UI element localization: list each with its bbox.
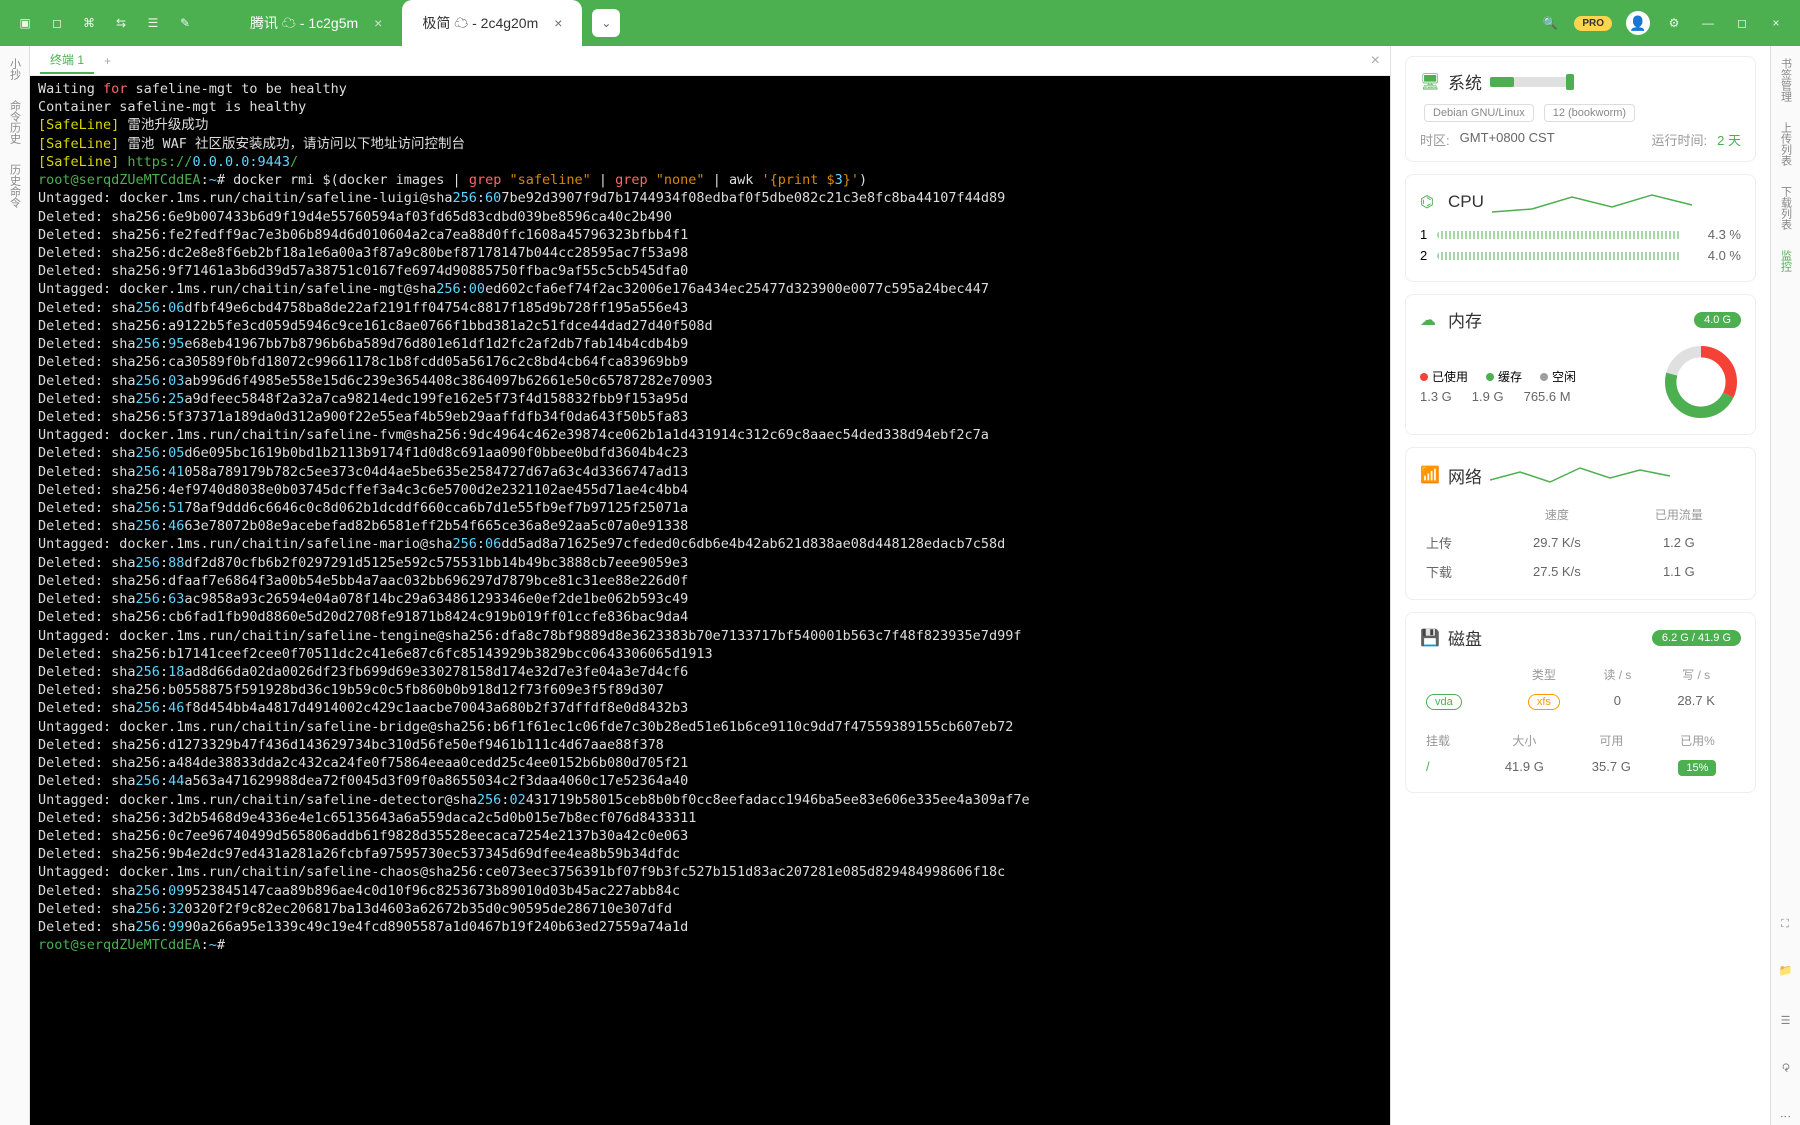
- toolbar-icon-6[interactable]: ✎: [176, 14, 194, 32]
- minimize-icon[interactable]: —: [1698, 13, 1718, 33]
- os-ver-badge: 12 (bookworm): [1544, 104, 1635, 122]
- toolbar-icon-1[interactable]: ▣: [16, 14, 34, 32]
- card-title: 系统: [1448, 69, 1482, 94]
- rsb-item[interactable]: 下载列表: [1778, 186, 1794, 230]
- terminal-output[interactable]: Waiting for safeline-mgt to be healthyCo…: [30, 76, 1390, 1125]
- pro-badge: PRO: [1574, 16, 1612, 31]
- lsb-item[interactable]: 历史命令: [7, 164, 23, 208]
- cpu-icon: ⌬: [1420, 192, 1440, 212]
- card-title: 磁盘: [1448, 625, 1482, 650]
- system-bar: [1490, 77, 1570, 87]
- dots-icon[interactable]: ⋮: [1777, 1107, 1795, 1125]
- disk-summary: 6.2 G / 41.9 G: [1652, 630, 1741, 646]
- table-row: vdaxfs028.7 K: [1422, 689, 1739, 712]
- cpu-bar: [1437, 252, 1681, 260]
- right-sidebar: 书签管理 上传列表 下载列表 监控 ⛶ 📁 ☰ ⟳ ⋮: [1770, 46, 1800, 1125]
- tab-add-button[interactable]: ⌄: [592, 9, 620, 37]
- net-sparkline: [1490, 460, 1741, 490]
- refresh-icon[interactable]: ⟳: [1777, 1059, 1795, 1077]
- disk-icon: 💾: [1420, 628, 1440, 648]
- toolbar-icon-4[interactable]: ⇆: [112, 14, 130, 32]
- titlebar: ▣ ◻ ⌘ ⇆ ☰ ✎ 腾讯 ☁ - 1c2g5m × 极简 ☁ - 2c4g2…: [0, 0, 1800, 46]
- bar-thumb-icon[interactable]: [1566, 74, 1574, 90]
- expand-icon[interactable]: ⛶: [1777, 915, 1795, 933]
- close-window-icon[interactable]: ×: [1766, 13, 1786, 33]
- gear-icon[interactable]: ⚙: [1664, 13, 1684, 33]
- network-card: 📶 网络 速度已用流量 上传29.7 K/s1.2 G 下载27.5 K/s1.…: [1405, 447, 1756, 600]
- avatar[interactable]: 👤: [1626, 11, 1650, 35]
- cpu-sparkline: [1492, 187, 1741, 217]
- terminal-tab[interactable]: 终端 1: [40, 47, 94, 74]
- rsb-item[interactable]: 监控: [1778, 250, 1794, 272]
- memory-icon: ☁: [1420, 310, 1440, 330]
- card-title: 网络: [1448, 463, 1482, 488]
- cpu-bar: [1437, 231, 1681, 239]
- toolbar-icon-2[interactable]: ◻: [48, 14, 66, 32]
- monitor-icon: 🖥: [1420, 72, 1440, 92]
- tab-label: 极简 ☁ - 2c4g20m: [422, 13, 538, 33]
- os-badge: Debian GNU/Linux: [1424, 104, 1534, 122]
- folder-icon[interactable]: 📁: [1777, 963, 1795, 981]
- left-sidebar: 小抄 命令历史 历史命令: [0, 46, 30, 1125]
- system-card: 🖥 系统 Debian GNU/Linux 12 (bookworm) 时区:G…: [1405, 56, 1756, 162]
- disk-card: 💾 磁盘 6.2 G / 41.9 G 类型读 / s写 / s vdaxfs0…: [1405, 612, 1756, 793]
- rsb-item[interactable]: 上传列表: [1778, 122, 1794, 166]
- cpu-card: ⌬ CPU 14.3 % 24.0 %: [1405, 174, 1756, 282]
- search-icon[interactable]: 🔍: [1540, 13, 1560, 33]
- tab-label: 腾讯 ☁ - 1c2g5m: [250, 13, 358, 33]
- table-row: 下载27.5 K/s1.1 G: [1422, 558, 1739, 585]
- monitor-panel: 🖥 系统 Debian GNU/Linux 12 (bookworm) 时区:G…: [1390, 46, 1770, 1125]
- mem-total: 4.0 G: [1694, 312, 1741, 328]
- maximize-icon[interactable]: ◻: [1732, 13, 1752, 33]
- rsb-item[interactable]: 书签管理: [1778, 58, 1794, 102]
- memory-donut: [1661, 342, 1741, 422]
- card-title: CPU: [1448, 192, 1484, 212]
- toolbar-icon-3[interactable]: ⌘: [80, 14, 98, 32]
- terminal-tabbar: 终端 1 + ×: [30, 46, 1390, 76]
- tab-tencent[interactable]: 腾讯 ☁ - 1c2g5m ×: [230, 0, 402, 46]
- lsb-item[interactable]: 小抄: [7, 58, 23, 80]
- close-icon[interactable]: ×: [554, 15, 562, 31]
- toolbar-icon-5[interactable]: ☰: [144, 14, 162, 32]
- close-icon[interactable]: ×: [374, 15, 382, 31]
- list-icon[interactable]: ☰: [1777, 1011, 1795, 1029]
- terminal-panel-close[interactable]: ×: [1371, 52, 1380, 70]
- table-row: /41.9 G35.7 G15%: [1422, 755, 1739, 778]
- card-title: 内存: [1448, 307, 1482, 332]
- tab-jijian[interactable]: 极简 ☁ - 2c4g20m ×: [402, 0, 582, 46]
- terminal-tab-add[interactable]: +: [104, 54, 111, 68]
- lsb-item[interactable]: 命令历史: [7, 100, 23, 144]
- memory-card: ☁ 内存 4.0 G 已使用缓存空闲 1.3 G1.9 G765.6 M: [1405, 294, 1756, 435]
- table-row: 上传29.7 K/s1.2 G: [1422, 529, 1739, 556]
- wifi-icon: 📶: [1420, 465, 1440, 485]
